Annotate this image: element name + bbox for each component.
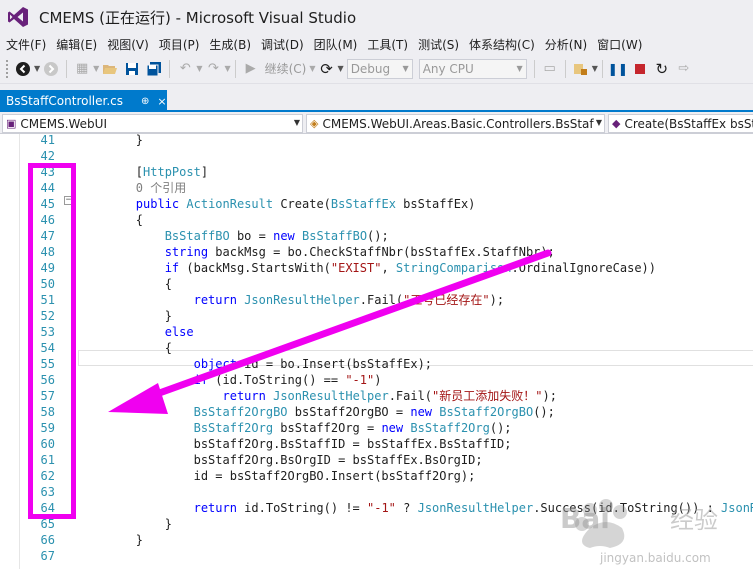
- baidu-jingyan-watermark: Bai 经验 jingyan.baidu.com: [560, 488, 753, 569]
- watermark-brand-suffix: 经验: [670, 506, 718, 534]
- annotation-arrow: [108, 249, 552, 414]
- watermark-url: jingyan.baidu.com: [599, 551, 711, 565]
- watermark-brand: Bai: [560, 502, 610, 535]
